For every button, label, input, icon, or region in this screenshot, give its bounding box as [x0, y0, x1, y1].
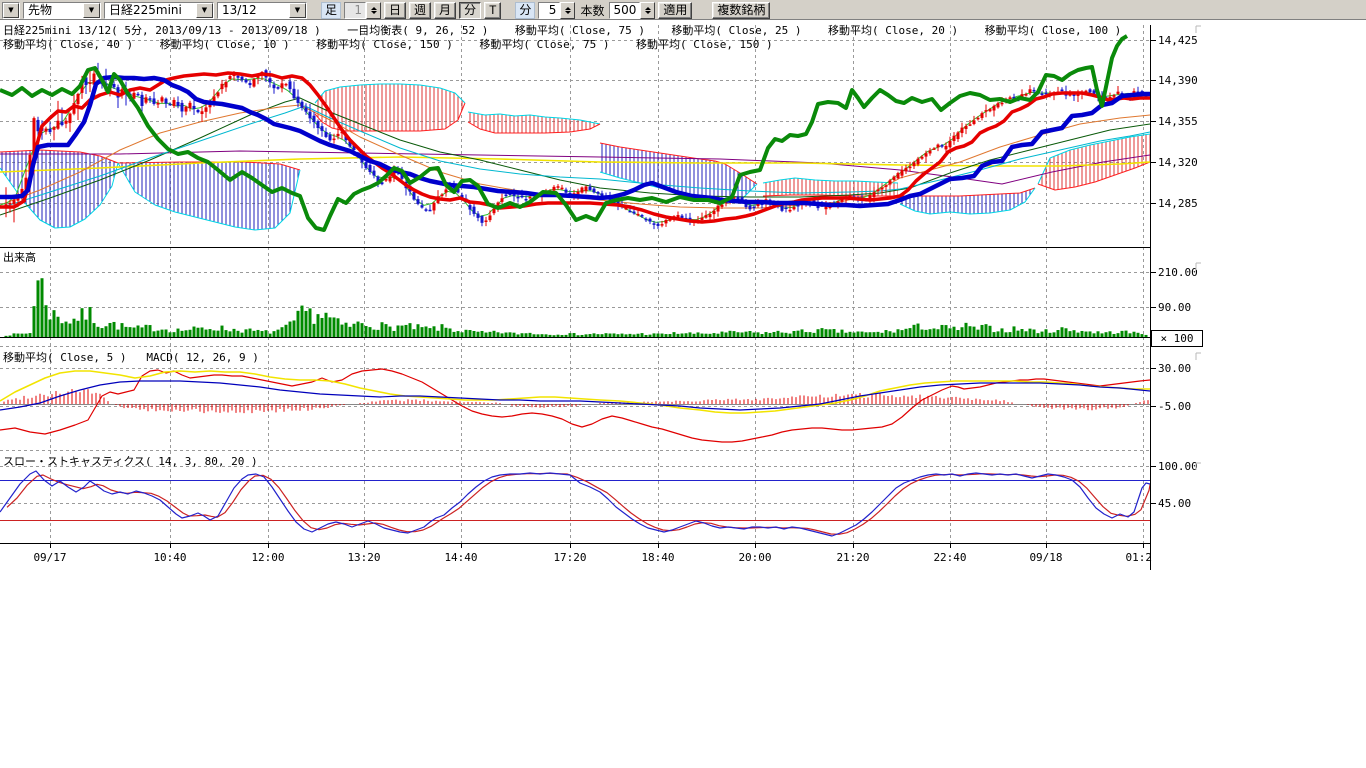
axis-label: 22:40 — [933, 551, 966, 564]
chart-header-line2: 移動平均( Close, 40 ) 移動平均( Close, 10 ) 移動平均… — [3, 36, 773, 52]
axis-label: 14,285 — [1158, 197, 1198, 210]
axis-label: 12:00 — [251, 551, 284, 564]
macd-pane-label: 移動平均( Close, 5 ) MACD( 12, 26, 9 ) — [3, 349, 259, 365]
axis-label: 01:2 — [1126, 551, 1153, 564]
axis-label: 13:20 — [347, 551, 380, 564]
axis-label: 14,355 — [1158, 115, 1198, 128]
axis-label: 14,390 — [1158, 74, 1198, 87]
axis-label: 90.00 — [1158, 301, 1191, 314]
axis-label: 18:40 — [641, 551, 674, 564]
axis-label: 100.00 — [1158, 460, 1198, 473]
chart-canvas[interactable]: 14,425 14,390 14,355 14,320 14,285 210.00 90.0… — [0, 0, 1366, 768]
axis-label: 14:40 — [444, 551, 477, 564]
macd-layer — [0, 369, 1150, 442]
volume-pane-label: 出来高 — [3, 249, 36, 265]
volume-multiplier-badge: × 100 — [1151, 330, 1203, 347]
axis-label: 21:20 — [836, 551, 869, 564]
stoch-layer — [0, 471, 1150, 536]
axis-label: 09/17 — [33, 551, 66, 564]
axis-label: 10:40 — [153, 551, 186, 564]
stoch-pane-label: スロー・ストキャスティクス( 14, 3, 80, 20 ) — [3, 453, 258, 469]
axis-label: 210.00 — [1158, 266, 1198, 279]
axis-label: 20:00 — [738, 551, 771, 564]
axis-label: 30.00 — [1158, 362, 1191, 375]
axis-label: 14,425 — [1158, 34, 1198, 47]
axis-label: 09/18 — [1029, 551, 1062, 564]
axis-label: 45.00 — [1158, 497, 1191, 510]
axis-label: 14,320 — [1158, 156, 1198, 169]
axis-label: 17:20 — [553, 551, 586, 564]
axis-label: -5.00 — [1158, 400, 1191, 413]
